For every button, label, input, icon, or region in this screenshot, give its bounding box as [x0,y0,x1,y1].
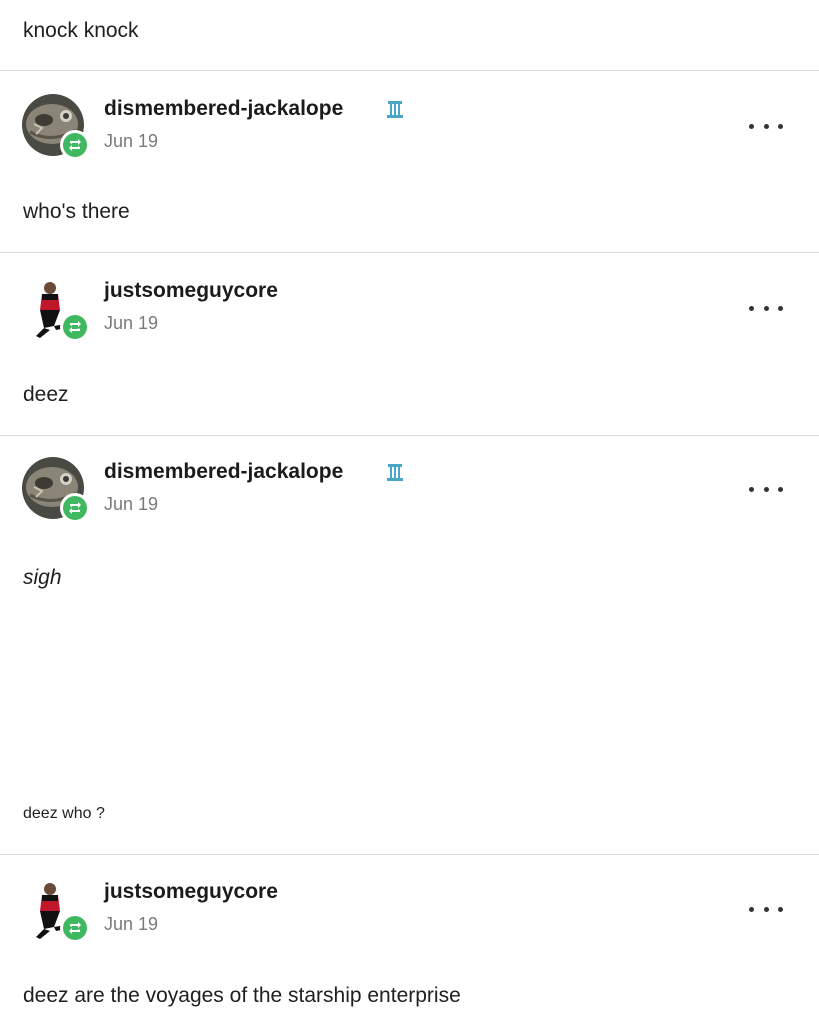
avatar-wrap[interactable] [22,877,90,945]
reblog-icon [69,502,81,514]
post-header: justsomeguycore Jun 19 [0,276,819,346]
reblog-icon [69,139,81,151]
more-options-icon[interactable] [749,481,783,497]
reblog-icon [69,321,81,333]
post-body-text: who's there [23,200,130,223]
post-header: dismembered-jackalope Jun 19 [0,457,819,527]
blue-pillar-badge-icon [387,464,403,481]
tumblr-thread: knock knock dismembered-jackalope Jun 19… [0,0,819,1023]
post-date: Jun 19 [104,914,159,934]
post-date: Jun 19 [104,494,159,514]
post-date: Jun 19 [104,131,159,151]
username[interactable]: justsomeguycore [104,879,278,905]
post-header: dismembered-jackalope Jun 19 [0,94,819,164]
reblog-badge [60,493,90,523]
post-body-text: deez are the voyages of the starship ent… [23,984,461,1007]
post-body-small-text: deez who ? [23,805,105,822]
divider [0,252,819,253]
avatar-wrap[interactable] [22,276,90,344]
more-options-icon[interactable] [749,118,783,134]
divider [0,435,819,436]
avatar-wrap[interactable] [22,457,90,525]
more-options-icon[interactable] [749,300,783,316]
username[interactable]: dismembered-jackalope [104,459,343,485]
reblog-badge [60,312,90,342]
post-body-text: deez [23,383,69,406]
more-options-icon[interactable] [749,901,783,917]
divider [0,854,819,855]
original-post-text: knock knock [23,19,139,42]
reblog-badge [60,913,90,943]
avatar-wrap[interactable] [22,94,90,162]
reblog-icon [69,922,81,934]
post-body-text: sigh [23,566,62,589]
divider [0,70,819,71]
reblog-badge [60,130,90,160]
post-header: justsomeguycore Jun 19 [0,877,819,947]
username[interactable]: justsomeguycore [104,278,278,304]
username[interactable]: dismembered-jackalope [104,96,343,122]
blue-pillar-badge-icon [387,101,403,118]
post-date: Jun 19 [104,313,159,333]
